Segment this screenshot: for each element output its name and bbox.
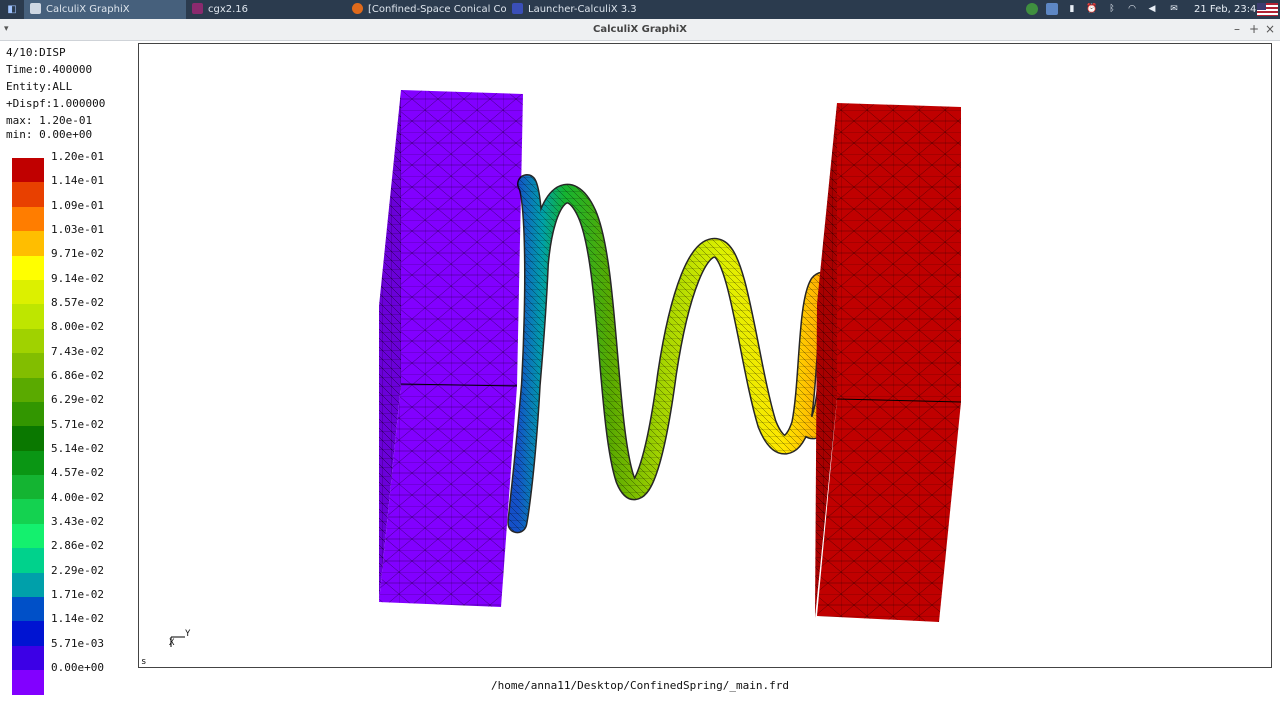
legend-label: 5.14e-02 — [51, 441, 104, 455]
legend-swatch — [12, 450, 44, 476]
legend-swatch — [12, 475, 44, 500]
legend-label: 6.86e-02 — [51, 368, 104, 382]
legend-label: 5.71e-02 — [51, 417, 104, 431]
fem-model — [170, 90, 962, 647]
window-title: CalculiX GraphiX — [593, 24, 687, 35]
alarm-icon[interactable]: ⏰ — [1086, 3, 1098, 15]
close-button[interactable]: × — [1263, 19, 1277, 40]
min-label: min: 0.00e+00 — [6, 128, 93, 141]
legend-label: 7.43e-02 — [51, 344, 104, 358]
legend-swatch — [12, 206, 44, 232]
legend-swatch — [12, 523, 44, 549]
legend-swatch — [12, 572, 44, 598]
legend-swatch — [12, 255, 44, 280]
legend-label: 0.00e+00 — [51, 660, 104, 674]
legend-swatch — [12, 499, 44, 524]
legend-swatch — [12, 231, 44, 256]
legend-label: 6.29e-02 — [51, 393, 104, 407]
app-menu-icon[interactable]: ◧ — [2, 0, 22, 19]
legend-swatch — [12, 182, 44, 207]
left-block — [379, 90, 523, 607]
legend-label: 1.14e-01 — [51, 174, 104, 188]
corner-marker: s — [141, 657, 147, 667]
axis-y-label: Y — [185, 629, 191, 639]
legend-swatch — [12, 353, 44, 378]
entity-label: Entity:ALL — [6, 80, 73, 93]
legend-label: 1.71e-02 — [51, 587, 104, 601]
legend-swatch — [12, 621, 44, 646]
us-flag-icon[interactable] — [1257, 3, 1278, 16]
task-label: CalculiX GraphiX — [46, 4, 130, 15]
legend-label: 1.03e-01 — [51, 222, 104, 236]
clock[interactable]: 21 Feb, 23:42 — [1194, 0, 1263, 19]
task-cgx[interactable]: cgx2.16 — [188, 0, 348, 19]
wifi-icon[interactable]: ◠ — [1126, 3, 1138, 15]
firefox-icon — [352, 3, 363, 14]
legend-label: 1.14e-02 — [51, 612, 104, 626]
window-titlebar[interactable]: ▾ CalculiX GraphiX – + × — [0, 19, 1280, 41]
task-calculix-graphix[interactable]: CalculiX GraphiX — [24, 0, 186, 19]
legend-label: 8.00e-02 — [51, 320, 104, 334]
mail-icon[interactable]: ✉ — [1168, 3, 1180, 15]
legend-swatch — [12, 597, 44, 622]
chat-icon[interactable] — [1046, 3, 1058, 15]
legend-swatch — [12, 304, 44, 329]
legend-swatch — [12, 377, 44, 402]
file-path: /home/anna11/Desktop/ConfinedSpring/_mai… — [490, 679, 789, 692]
max-label: max: 1.20e-01 — [6, 114, 93, 127]
legend-swatch — [12, 328, 44, 354]
task-label: cgx2.16 — [208, 4, 249, 15]
step-label: 4/10:DISP — [6, 46, 66, 59]
legend-label: 1.20e-01 — [51, 150, 104, 163]
legend-label: 8.57e-02 — [51, 295, 104, 309]
battery-icon[interactable]: ▮ — [1066, 3, 1078, 15]
color-legend — [12, 158, 44, 695]
legend-label: 9.14e-02 — [51, 271, 104, 285]
legend-label: 4.57e-02 — [51, 466, 104, 480]
legend-label: 9.71e-02 — [51, 247, 104, 261]
legend-swatch — [12, 645, 44, 671]
task-label: [Confined-Space Conical Co... — [368, 4, 506, 15]
minimize-button[interactable]: – — [1230, 19, 1244, 40]
legend-swatch — [12, 426, 44, 451]
task-launcher[interactable]: Launcher-CalculiX 3.3 — [508, 0, 668, 19]
right-block — [815, 103, 962, 622]
legend-label: 1.09e-01 — [51, 198, 104, 212]
legend-label: 5.71e-03 — [51, 636, 104, 650]
time-label: Time:0.400000 — [6, 63, 93, 76]
bluetooth-icon[interactable]: ᛒ — [1106, 3, 1118, 15]
legend-swatch — [12, 401, 44, 427]
graphics-viewport[interactable]: Y X s — [138, 43, 1272, 668]
task-firefox[interactable]: [Confined-Space Conical Co... — [350, 0, 506, 19]
legend-label: 4.00e-02 — [51, 490, 104, 504]
legend-swatch — [12, 158, 44, 183]
window-icon — [30, 3, 41, 14]
volume-icon[interactable]: ◀ — [1146, 3, 1158, 15]
axis-x-label: X — [169, 638, 175, 648]
cgx-icon — [192, 3, 203, 14]
legend-swatch — [12, 279, 44, 305]
legend-swatch — [12, 548, 44, 573]
taskbar: ◧ CalculiX GraphiX cgx2.16 [Confined-Spa… — [0, 0, 1280, 19]
launcher-icon — [512, 3, 523, 14]
dispf-label: +Dispf:1.000000 — [6, 97, 106, 110]
spring — [507, 174, 841, 534]
legend-label: 3.43e-02 — [51, 514, 104, 528]
maximize-button[interactable]: + — [1247, 19, 1261, 40]
task-label: Launcher-CalculiX 3.3 — [528, 4, 637, 15]
update-icon[interactable] — [1026, 3, 1038, 15]
legend-label: 2.86e-02 — [51, 539, 104, 553]
legend-label: 2.29e-02 — [51, 563, 104, 577]
